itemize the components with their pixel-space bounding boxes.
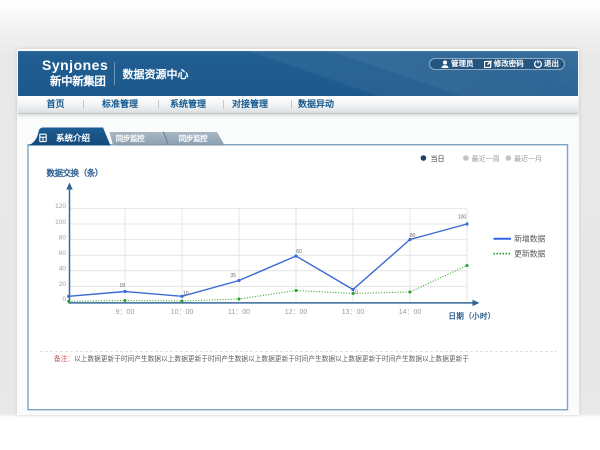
svg-text:100: 100 [55, 219, 66, 226]
svg-text:14：00: 14：00 [399, 309, 422, 316]
svg-text:12：00: 12：00 [285, 309, 308, 316]
svg-text:60: 60 [296, 249, 302, 255]
svg-text:日期（小时）: 日期（小时） [449, 311, 496, 321]
svg-text:数据交换（条）: 数据交换（条） [47, 168, 103, 178]
svg-text:11：00: 11：00 [228, 309, 250, 316]
svg-text:新增数据: 新增数据 [514, 234, 545, 244]
svg-text:40: 40 [59, 266, 67, 273]
svg-text:18: 18 [119, 283, 125, 289]
svg-text:更新数据: 更新数据 [514, 248, 545, 258]
svg-text:10：00: 10：00 [171, 309, 194, 316]
svg-text:20: 20 [59, 281, 67, 288]
svg-text:9：00: 9：00 [116, 309, 135, 316]
svg-text:80: 80 [410, 233, 416, 239]
svg-text:备注：以上数据更新于时间产生数据以上数据更新于时间产生数据以: 备注：以上数据更新于时间产生数据以上数据更新于时间产生数据以上数据更新于时间产生… [54, 354, 469, 363]
svg-text:35: 35 [230, 273, 236, 279]
svg-text:13：00: 13：00 [342, 309, 365, 316]
svg-text:同步监控: 同步监控 [116, 133, 145, 143]
svg-text:10: 10 [352, 289, 358, 295]
svg-text:最近一周: 最近一周 [472, 154, 500, 163]
svg-text:0: 0 [62, 296, 66, 303]
svg-text:系统介绍: 系统介绍 [56, 133, 91, 143]
svg-text:最近一月: 最近一月 [514, 154, 542, 163]
svg-text:60: 60 [59, 250, 67, 257]
svg-text:当日: 当日 [431, 154, 445, 163]
svg-text:100: 100 [458, 215, 467, 221]
svg-text:10: 10 [183, 291, 189, 297]
svg-text:80: 80 [59, 234, 67, 241]
svg-text:120: 120 [55, 203, 66, 210]
svg-text:同步监控: 同步监控 [179, 133, 208, 143]
